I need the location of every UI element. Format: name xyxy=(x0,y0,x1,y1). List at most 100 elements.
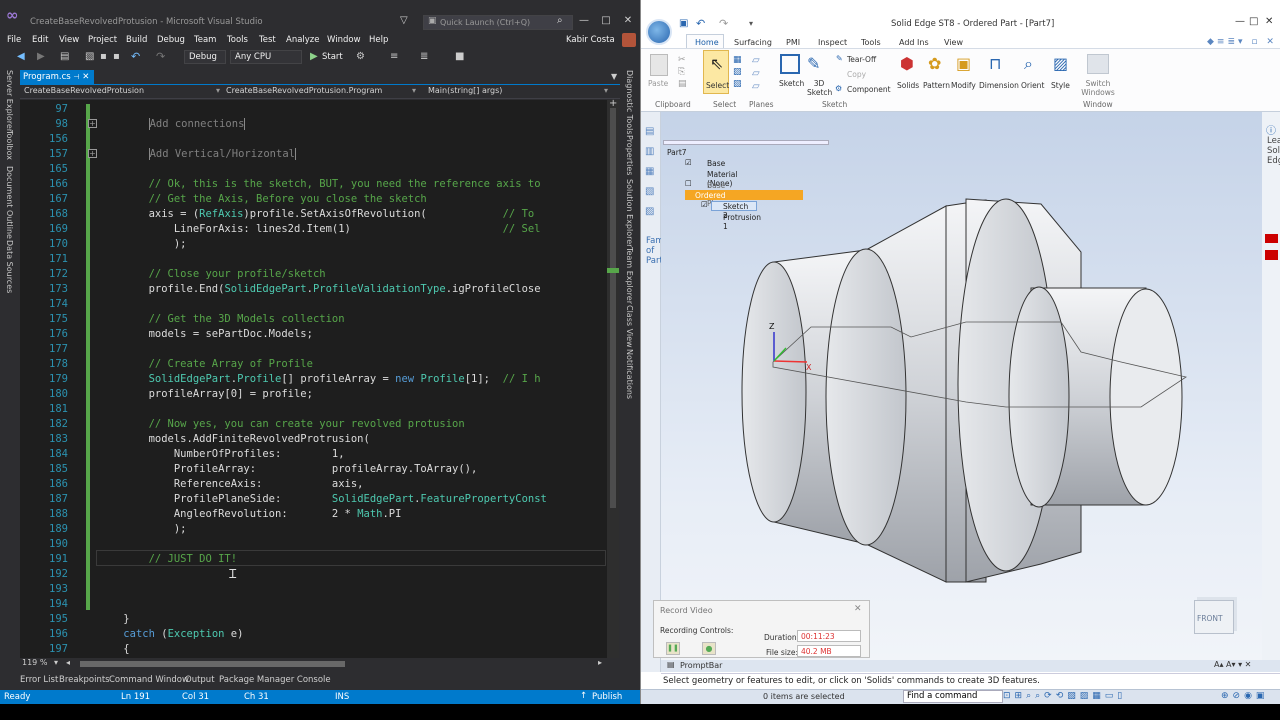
sketch-icon[interactable] xyxy=(780,54,800,74)
code-line[interactable]: catch (Exception e) xyxy=(98,628,618,640)
code-line[interactable]: SolidEdgePart.Profile[] profileArray = n… xyxy=(98,373,618,385)
3d-sketch-button[interactable]: 3D Sketch xyxy=(807,79,832,97)
select-button[interactable]: Select xyxy=(706,81,729,90)
help-icon[interactable]: ⓘ xyxy=(1266,122,1276,137)
publish-button[interactable]: Publish xyxy=(592,692,622,702)
code-line[interactable]: LineForAxis: lines2d.Item(1) // Sel xyxy=(98,223,618,235)
code-line[interactable]: // Close your profile/sketch xyxy=(98,268,618,280)
solids-button[interactable]: Solids xyxy=(897,81,919,90)
tab-surfacing[interactable]: Surfacing xyxy=(734,38,772,47)
scroll-left-icon[interactable]: ◂ xyxy=(66,658,70,667)
ribbon-options-icon[interactable]: ◆≡≣▾ ▫ ✕ xyxy=(1207,37,1277,47)
toolbox-tab[interactable]: Toolbox xyxy=(5,130,14,160)
split-icon[interactable]: + xyxy=(609,98,617,109)
start-button[interactable]: Start xyxy=(322,52,343,62)
tab-package-manager-console[interactable]: Package Manager Console xyxy=(219,675,331,685)
code-line[interactable]: profileArray[0] = profile; xyxy=(98,388,618,400)
tree-checkbox-sketch[interactable]: ☑ xyxy=(701,200,708,209)
code-line[interactable]: // Get the 3D Models collection xyxy=(98,313,618,325)
code-line[interactable]: { xyxy=(98,643,618,655)
tab-view[interactable]: View xyxy=(944,38,963,47)
modify-icon[interactable]: ▣ xyxy=(956,54,971,73)
code-line[interactable]: NumberOfProfiles: 1, xyxy=(98,448,618,460)
notifications-tab[interactable]: Notifications xyxy=(625,349,634,399)
menu-help[interactable]: Help xyxy=(369,35,388,45)
se-close-button[interactable]: ✕ xyxy=(1265,16,1273,27)
tab-inspect[interactable]: Inspect xyxy=(818,38,847,47)
menu-project[interactable]: Project xyxy=(88,35,117,45)
status-right-icons[interactable]: ⊕⊘◉▣ xyxy=(1221,691,1268,701)
code-line[interactable]: ProfilePlaneSide: SolidEdgePart.FeatureP… xyxy=(98,493,618,505)
maximize-button[interactable]: □ xyxy=(596,15,616,26)
paste-button[interactable]: Paste xyxy=(648,79,668,88)
bookmark-icon[interactable]: ■ xyxy=(455,51,464,62)
forward-icon[interactable]: ▶ xyxy=(37,51,45,62)
stop-button[interactable]: ● xyxy=(702,642,716,655)
save-icon[interactable]: ▪ xyxy=(100,51,107,62)
menu-test[interactable]: Test xyxy=(259,35,276,45)
code-line[interactable]: } xyxy=(98,613,618,625)
3d-sketch-icon[interactable]: ✎ xyxy=(807,54,820,73)
document-outline-tab[interactable]: Document Outline xyxy=(5,166,14,239)
server-explorer-tab[interactable]: Server Explorer xyxy=(5,70,14,132)
left-shaft-end-face[interactable] xyxy=(741,261,807,523)
tab-program-cs[interactable]: Program.cs ⊣ ✕ xyxy=(20,70,94,84)
youtube-icon[interactable] xyxy=(1265,234,1278,243)
right-shaft-end-face[interactable] xyxy=(1109,288,1183,506)
tree-item-part7[interactable]: Part7 xyxy=(667,148,687,157)
diagnostic-tools-tab[interactable]: Diagnostic Tools xyxy=(625,70,634,135)
qat-save-icon[interactable]: ▣ xyxy=(679,18,688,29)
menu-file[interactable]: File xyxy=(7,35,21,45)
tab-error-list[interactable]: Error List xyxy=(20,675,58,685)
code-line[interactable]: // Get the Axis, Before you close the sk… xyxy=(98,193,618,205)
learn-solid-edge-tab[interactable]: Learn Solid Edge xyxy=(1267,136,1280,166)
switch-windows-icon[interactable] xyxy=(1087,54,1109,74)
tab-breakpoints[interactable]: Breakpoints xyxy=(59,675,110,685)
menu-edit[interactable]: Edit xyxy=(32,35,48,45)
code-line[interactable]: ); xyxy=(98,238,618,250)
code-line[interactable]: // Now yes, you can create your revolved… xyxy=(98,418,618,430)
code-line[interactable]: Add Vertical/Horizontal xyxy=(98,148,618,160)
back-icon[interactable]: ◀ xyxy=(17,51,25,62)
menu-team[interactable]: Team xyxy=(194,35,216,45)
user-name[interactable]: Kabir Costa xyxy=(566,35,615,45)
platform-select[interactable]: Any CPU xyxy=(230,50,302,64)
start-icon[interactable]: ▶ xyxy=(310,51,318,62)
tree-checkbox-planes[interactable]: ☐ xyxy=(685,179,692,188)
tree-item-base[interactable]: Base xyxy=(707,159,725,168)
code-line[interactable]: // Ok, this is the sketch, BUT, you need… xyxy=(98,178,618,190)
se-maximize-button[interactable]: □ xyxy=(1249,16,1258,27)
menu-build[interactable]: Build xyxy=(126,35,147,45)
nav-project-chevron-icon[interactable]: ▾ xyxy=(216,86,220,95)
tear-off-icon[interactable]: ✎ xyxy=(836,54,843,63)
menu-view[interactable]: View xyxy=(59,35,79,45)
code-line[interactable]: AngleofRevolution: 2 * Math.PI xyxy=(98,508,618,520)
menu-debug[interactable]: Debug xyxy=(157,35,185,45)
planes-icons[interactable]: ▱ ▱ ▱ xyxy=(752,54,760,93)
search-icon[interactable]: ⌕ xyxy=(557,15,563,26)
pattern-icon[interactable]: ✿ xyxy=(928,54,941,73)
code-line[interactable]: profile.End(SolidEdgePart.ProfileValidat… xyxy=(98,283,618,295)
pause-button[interactable]: ❚❚ xyxy=(666,642,680,655)
code-line[interactable]: axis = (RefAxis)profile.SetAxisOfRevolut… xyxy=(98,208,618,220)
code-line[interactable]: Add connections xyxy=(98,118,618,130)
toolbar-comment-icon[interactable]: ≣ xyxy=(420,51,428,62)
toolbar-format-icon[interactable]: ≡ xyxy=(390,51,398,62)
menu-analyze[interactable]: Analyze xyxy=(286,35,320,45)
scroll-right-icon[interactable]: ▸ xyxy=(598,658,602,667)
code-line[interactable]: ); xyxy=(98,523,618,535)
fold-toggle-157[interactable]: + xyxy=(88,149,97,158)
tree-item-ordered[interactable]: Ordered xyxy=(695,191,726,200)
nav-class-select[interactable]: CreateBaseRevolvedProtusion.Program xyxy=(226,86,382,95)
tear-off-button[interactable]: Tear-Off xyxy=(847,55,876,64)
data-sources-tab[interactable]: Data Sources xyxy=(5,240,14,293)
copy-button[interactable]: Copy xyxy=(847,70,866,79)
sketch-button[interactable]: Sketch xyxy=(779,79,804,88)
qat-customize-icon[interactable]: ▾ xyxy=(749,19,753,28)
new-project-icon[interactable]: ▤ xyxy=(60,51,69,62)
qat-undo-icon[interactable]: ↶ xyxy=(696,17,705,30)
nav-member-chevron-icon[interactable]: ▾ xyxy=(604,86,608,95)
right-shaft-collar[interactable] xyxy=(1008,286,1070,508)
select-small-icons[interactable]: ▦ ▨ ▧ xyxy=(733,54,742,90)
code-line[interactable]: models = sePartDoc.Models; xyxy=(98,328,618,340)
